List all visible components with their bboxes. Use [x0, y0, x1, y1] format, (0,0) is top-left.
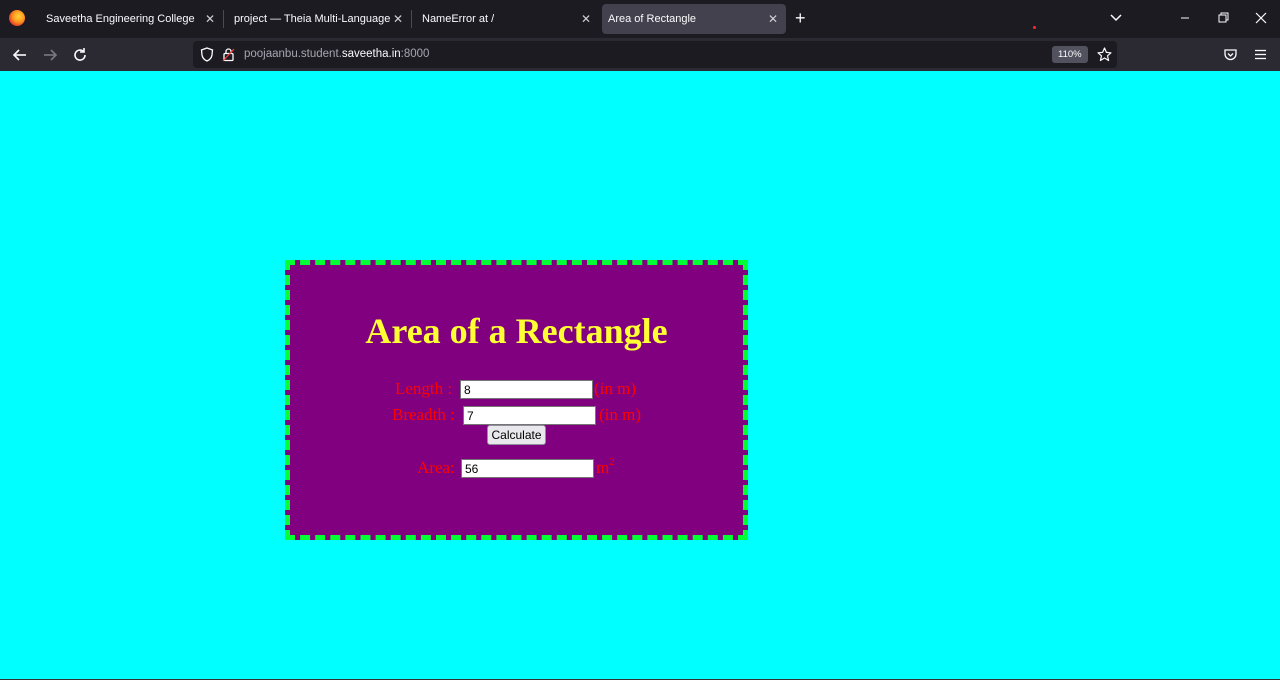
minimize-icon[interactable] [1175, 9, 1195, 27]
navigation-toolbar: poojaanbu.student.saveetha.in:8000 110% [0, 38, 1280, 71]
pocket-icon[interactable] [1223, 47, 1238, 62]
forward-arrow-icon[interactable] [40, 45, 60, 65]
close-icon[interactable]: ✕ [768, 4, 778, 34]
close-icon[interactable]: ✕ [581, 4, 591, 34]
close-icon[interactable]: ✕ [393, 4, 403, 34]
length-label: Length : [395, 379, 453, 398]
area-unit: m2 [596, 456, 615, 480]
close-icon[interactable]: ✕ [205, 4, 215, 34]
tab-saveetha[interactable]: Saveetha Engineering College ✕ [35, 4, 223, 34]
zoom-level-badge[interactable]: 110% [1052, 46, 1088, 63]
restore-icon[interactable] [1213, 9, 1233, 27]
address-bar[interactable]: poojaanbu.student.saveetha.in:8000 110% [193, 41, 1117, 68]
reload-icon[interactable] [70, 45, 90, 65]
new-tab-plus-icon[interactable]: + [795, 8, 806, 28]
back-arrow-icon[interactable] [10, 45, 30, 65]
length-unit: (in m) [594, 379, 637, 398]
tab-strip: Saveetha Engineering College ✕ project —… [0, 0, 1280, 38]
tab-project[interactable]: project — Theia Multi-Language Ex ✕ [223, 4, 411, 34]
page-heading: Area of a Rectangle [365, 311, 668, 351]
length-input[interactable] [460, 380, 593, 399]
tab-nameerror[interactable]: NameError at / ✕ [411, 4, 599, 34]
url-prefix: poojaanbu.student. [244, 48, 342, 60]
area-unit-superscript: 2 [609, 456, 615, 468]
window-close-icon[interactable] [1251, 9, 1271, 27]
tab-title: NameError at / [422, 13, 495, 25]
page-content: Area of a Rectangle Length : (in m) Brea… [0, 71, 1280, 679]
breadth-input[interactable] [463, 406, 596, 425]
breadth-label: Breadth : [392, 405, 455, 424]
lock-insecure-icon[interactable] [222, 47, 235, 62]
area-label: Area: [417, 458, 455, 477]
bookmark-star-icon[interactable] [1097, 47, 1112, 62]
calculate-button[interactable]: Calculate [487, 425, 546, 445]
tab-title: Area of Rectangle [608, 13, 697, 25]
url-text[interactable]: poojaanbu.student.saveetha.in:8000 [244, 41, 429, 68]
firefox-logo-icon[interactable] [9, 10, 25, 26]
area-unit-base: m [596, 458, 610, 477]
area-output[interactable] [461, 459, 594, 478]
url-domain: saveetha.in [341, 48, 401, 60]
breadth-unit: (in m) [599, 405, 642, 424]
shield-icon[interactable] [200, 47, 214, 62]
list-all-tabs-chevron-icon[interactable] [1108, 10, 1124, 26]
tab-area-of-rectangle[interactable]: Area of Rectangle ✕ [602, 4, 786, 34]
calculator-card: Area of a Rectangle Length : (in m) Brea… [285, 260, 748, 540]
indicator-dot-icon [1033, 26, 1036, 29]
hamburger-menu-icon[interactable] [1253, 47, 1268, 62]
url-port: :8000 [400, 48, 430, 60]
tab-title: Saveetha Engineering College [46, 13, 195, 25]
tab-title: project — Theia Multi-Language Ex [234, 13, 390, 25]
